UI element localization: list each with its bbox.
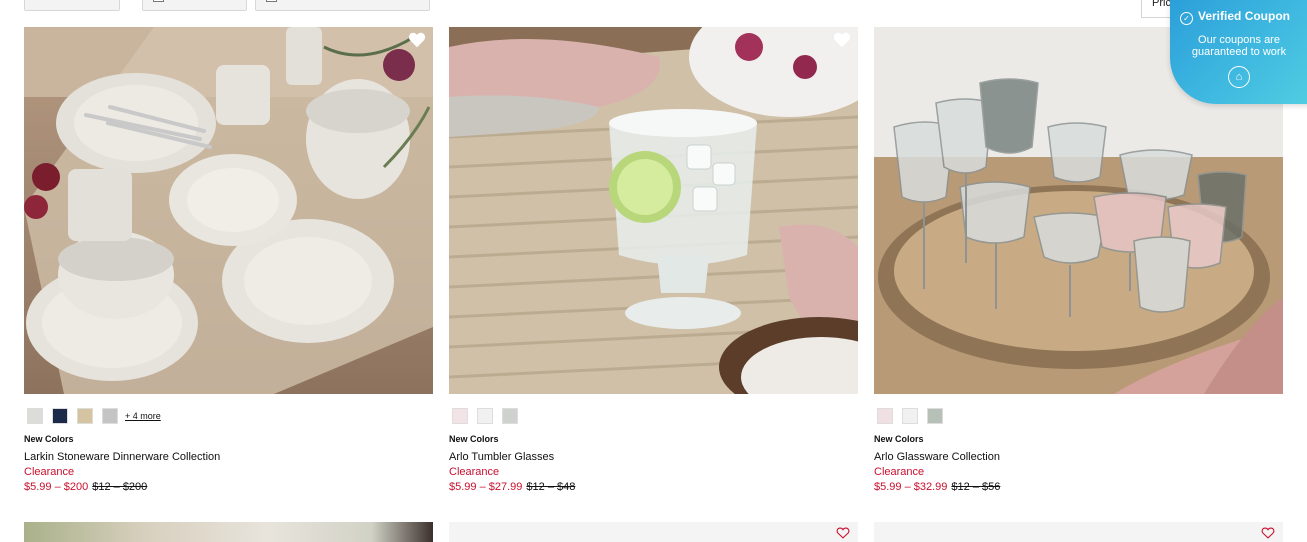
filter-checkbox-button[interactable]	[255, 0, 430, 11]
product-status: Clearance	[874, 466, 925, 478]
product-status: Clearance	[449, 466, 500, 478]
sale-price: $5.99 – $32.99	[874, 481, 948, 493]
more-colors-link[interactable]: + 4 more	[125, 411, 161, 421]
sale-price: $5.99 – $27.99	[449, 481, 523, 493]
coupon-title: ✓ Verified Coupon	[1180, 9, 1290, 25]
product-card-teaser[interactable]	[449, 522, 858, 542]
product-name[interactable]: Arlo Tumbler Glasses	[449, 451, 554, 463]
filter-checkbox-button[interactable]	[142, 0, 247, 11]
filter-button[interactable]	[24, 0, 120, 11]
checkbox[interactable]	[266, 0, 277, 2]
heart-outline-icon[interactable]	[836, 527, 850, 539]
checkbox[interactable]	[153, 0, 164, 2]
product-card[interactable]: New Colors Arlo Tumbler Glasses Clearanc…	[449, 27, 858, 493]
sale-price: $5.99 – $200	[24, 481, 89, 493]
color-swatch[interactable]	[27, 408, 43, 424]
original-price: $12 – $56	[951, 481, 1001, 493]
product-price: $5.99 – $32.99 $12 – $56	[874, 481, 1000, 493]
product-card-teaser[interactable]	[24, 522, 433, 542]
color-swatch[interactable]	[102, 408, 118, 424]
product-price: $5.99 – $27.99 $12 – $48	[449, 481, 575, 493]
original-price: $12 – $200	[92, 481, 148, 493]
color-swatch[interactable]	[477, 408, 493, 424]
verified-coupon-widget[interactable]: ✓ Verified Coupon Our coupons are guarant…	[1170, 0, 1307, 104]
color-swatches	[452, 408, 527, 424]
color-swatch[interactable]	[877, 408, 893, 424]
heart-icon[interactable]	[833, 32, 851, 48]
product-name[interactable]: Arlo Glassware Collection	[874, 451, 1000, 463]
color-swatch[interactable]	[77, 408, 93, 424]
color-swatch[interactable]	[502, 408, 518, 424]
color-swatch[interactable]	[452, 408, 468, 424]
product-price: $5.99 – $200 $12 – $200	[24, 481, 147, 493]
original-price: $12 – $48	[526, 481, 576, 493]
product-card-teaser[interactable]	[874, 522, 1283, 542]
color-swatch[interactable]	[52, 408, 68, 424]
product-image[interactable]	[24, 27, 433, 394]
color-swatch[interactable]	[902, 408, 918, 424]
color-swatches: + 4 more	[27, 408, 161, 424]
check-circle-icon: ✓	[1180, 12, 1193, 25]
product-image[interactable]	[449, 27, 858, 394]
product-name[interactable]: Larkin Stoneware Dinnerware Collection	[24, 451, 220, 463]
color-swatch[interactable]	[927, 408, 943, 424]
heart-outline-icon[interactable]	[1261, 527, 1275, 539]
coupon-logo-icon[interactable]: ⌂	[1228, 66, 1250, 88]
coupon-subtitle: Our coupons are guaranteed to work	[1191, 34, 1287, 58]
heart-icon[interactable]	[408, 32, 426, 48]
product-card[interactable]: + 4 more New Colors Larkin Stoneware Din…	[24, 27, 433, 493]
color-swatches	[877, 408, 952, 424]
product-badge: New Colors	[874, 434, 924, 444]
product-badge: New Colors	[449, 434, 499, 444]
product-badge: New Colors	[24, 434, 74, 444]
product-status: Clearance	[24, 466, 75, 478]
